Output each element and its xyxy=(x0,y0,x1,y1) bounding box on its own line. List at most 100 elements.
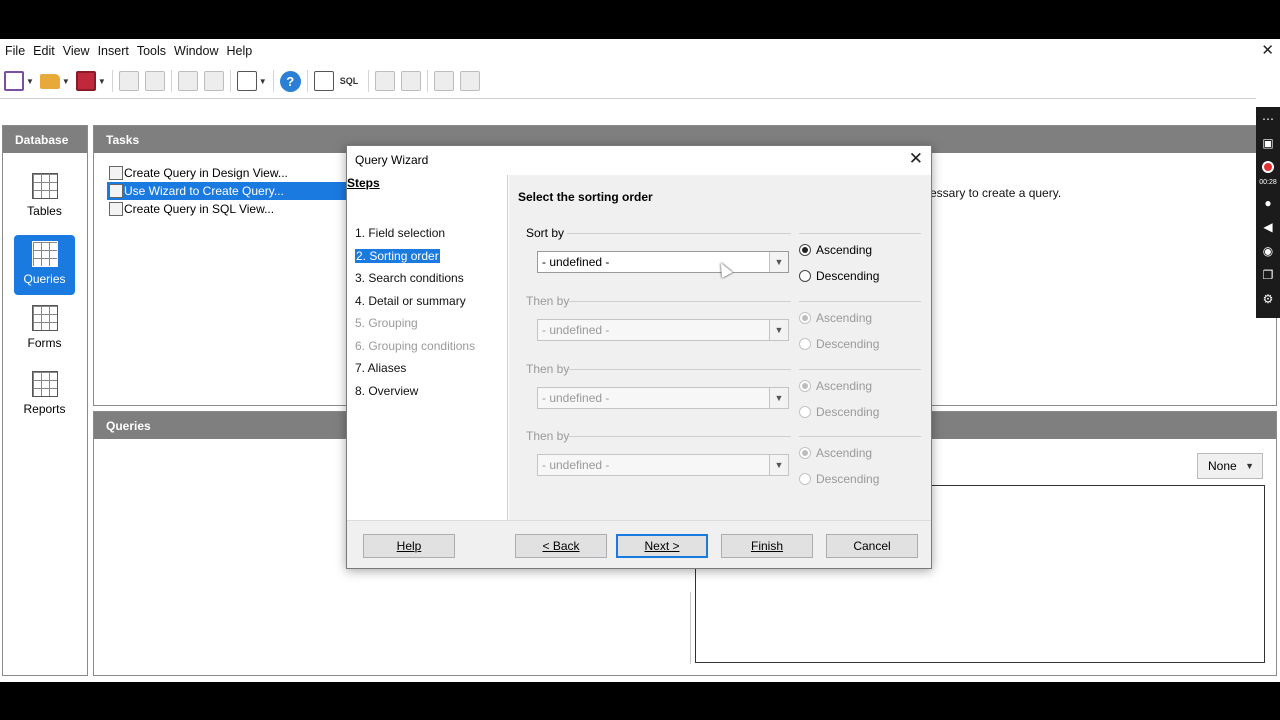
radio-selected-icon xyxy=(799,447,811,459)
chevron-down-icon[interactable]: ▼ xyxy=(26,77,34,86)
copy-button[interactable] xyxy=(118,69,139,93)
menu-file[interactable]: File xyxy=(3,44,31,58)
toolbar-separator xyxy=(272,70,274,92)
delete-button[interactable] xyxy=(433,69,454,93)
relationships-icon xyxy=(400,71,421,91)
settings-icon[interactable]: ⚙ xyxy=(1256,287,1280,311)
step-search-conditions[interactable]: 3. Search conditions xyxy=(355,271,464,285)
then-by-3-select: - undefined - ▼ xyxy=(537,454,789,476)
radio-empty-icon xyxy=(799,473,811,485)
database-item-label: Tables xyxy=(27,204,62,218)
help-button[interactable]: Help xyxy=(363,534,455,558)
group-separator xyxy=(569,436,791,437)
paste-button[interactable] xyxy=(144,69,165,93)
link-icon[interactable]: ⋯ xyxy=(1256,107,1280,131)
save-button[interactable]: ▼ xyxy=(75,69,106,93)
group-separator xyxy=(567,233,791,234)
close-icon[interactable]: ✕ xyxy=(909,149,923,169)
task-label: Create Query in SQL View... xyxy=(124,202,275,216)
menu-window[interactable]: Window xyxy=(172,44,224,58)
sort-by-ascending-radio[interactable]: Ascending xyxy=(799,243,872,257)
group-separator xyxy=(569,301,791,302)
paste-icon xyxy=(144,71,165,91)
record-timer: 00:28 xyxy=(1259,179,1277,186)
radio-label: Descending xyxy=(816,472,880,486)
chevron-down-icon[interactable]: ▼ xyxy=(259,77,267,86)
form-icon xyxy=(31,305,58,331)
sort-descending-icon xyxy=(203,71,224,91)
then-by-3-label: Then by xyxy=(526,429,570,443)
database-panel: Database Tables Queries Forms Reports xyxy=(2,125,88,676)
open-button[interactable]: ▼ xyxy=(39,69,70,93)
database-item-queries[interactable]: Queries xyxy=(14,235,75,295)
step-detail-or-summary[interactable]: 4. Detail or summary xyxy=(355,294,466,308)
chevron-down-icon[interactable]: ▼ xyxy=(62,77,70,86)
back-button[interactable]: < Back xyxy=(515,534,607,558)
then-by-2-label: Then by xyxy=(526,362,570,376)
design-view-icon xyxy=(109,166,123,180)
steps-pane: Steps 1. Field selection 2. Sorting orde… xyxy=(347,175,508,520)
chevron-down-icon[interactable]: ▼ xyxy=(769,252,788,272)
group-separator xyxy=(799,233,921,234)
sort-by-select[interactable]: - undefined - ▼ xyxy=(537,251,789,273)
table-icon xyxy=(31,173,58,199)
new-document-button[interactable]: ▼ xyxy=(4,69,34,93)
form-button[interactable]: ▼ xyxy=(236,69,267,93)
help-button[interactable]: ? xyxy=(279,69,301,93)
relationships-button[interactable] xyxy=(400,69,421,93)
then-by-2-ascending-radio: Ascending xyxy=(799,379,872,393)
close-document-icon[interactable]: ✕ xyxy=(1261,41,1274,59)
chevron-down-icon: ▼ xyxy=(769,455,788,475)
task-use-wizard[interactable]: Use Wizard to Create Query... xyxy=(107,182,347,200)
standard-toolbar: ▼ ▼ ▼ ▼ ? SQL xyxy=(0,65,1280,97)
sql-button[interactable]: SQL xyxy=(340,69,362,93)
database-item-tables[interactable]: Tables xyxy=(14,167,75,227)
cancel-button[interactable]: Cancel xyxy=(826,534,918,558)
task-create-sql-view[interactable]: Create Query in SQL View... xyxy=(107,200,347,218)
webcam-icon[interactable]: ◉ xyxy=(1256,239,1280,263)
camera-icon[interactable]: ▣ xyxy=(1256,131,1280,155)
preview-select[interactable]: None ▼ xyxy=(1197,453,1263,479)
speaker-icon[interactable]: ◀ xyxy=(1256,215,1280,239)
menu-insert[interactable]: Insert xyxy=(96,44,135,58)
then-by-1-descending-radio: Descending xyxy=(799,337,879,351)
radio-label: Descending xyxy=(816,337,880,351)
step-sorting-order[interactable]: 2. Sorting order xyxy=(355,249,440,263)
dialog-title: Query Wizard xyxy=(355,153,429,167)
menu-view[interactable]: View xyxy=(61,44,96,58)
then-by-1-ascending-radio: Ascending xyxy=(799,311,872,325)
then-by-3-ascending-radio: Ascending xyxy=(799,446,872,460)
menu-help[interactable]: Help xyxy=(225,44,259,58)
toolbar-separator xyxy=(111,70,113,92)
database-item-forms[interactable]: Forms xyxy=(14,299,75,359)
step-grouping: 5. Grouping xyxy=(355,316,418,330)
step-aliases[interactable]: 7. Aliases xyxy=(355,361,406,375)
microphone-icon[interactable]: ● xyxy=(1256,191,1280,215)
menu-edit[interactable]: Edit xyxy=(31,44,61,58)
help-icon: ? xyxy=(279,70,301,92)
sort-descending-button[interactable] xyxy=(203,69,224,93)
step-overview[interactable]: 8. Overview xyxy=(355,384,418,398)
chevron-down-icon[interactable]: ▼ xyxy=(98,77,106,86)
finish-button[interactable]: Finish xyxy=(721,534,813,558)
then-by-2-descending-radio: Descending xyxy=(799,405,879,419)
sort-ascending-icon xyxy=(177,71,198,91)
task-create-design-view[interactable]: Create Query in Design View... xyxy=(107,164,347,182)
radio-label: Ascending xyxy=(816,446,873,460)
step-field-selection[interactable]: 1. Field selection xyxy=(355,226,445,240)
copy-icon xyxy=(118,71,139,91)
query-design-button[interactable] xyxy=(313,69,334,93)
sort-by-descending-radio[interactable]: Descending xyxy=(799,269,879,283)
windows-icon[interactable]: ❐ xyxy=(1256,263,1280,287)
sort-ascending-button[interactable] xyxy=(177,69,198,93)
report-button[interactable] xyxy=(459,69,480,93)
record-button[interactable] xyxy=(1256,155,1280,179)
radio-selected-icon xyxy=(799,380,811,392)
then-by-2-value: - undefined - xyxy=(542,391,610,405)
menu-tools[interactable]: Tools xyxy=(135,44,172,58)
splitter[interactable] xyxy=(690,592,691,664)
next-button[interactable]: Next > xyxy=(616,534,708,558)
task-label: Create Query in Design View... xyxy=(124,166,288,180)
database-item-reports[interactable]: Reports xyxy=(14,365,75,425)
table-button[interactable] xyxy=(374,69,395,93)
